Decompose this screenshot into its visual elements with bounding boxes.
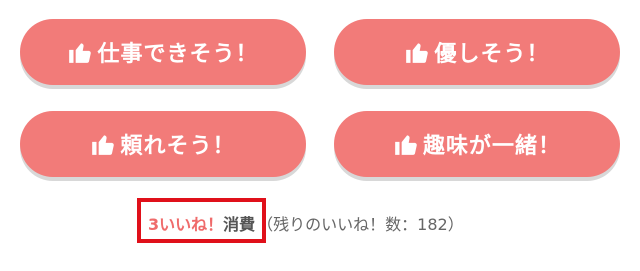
like-button-kind[interactable]: 優しそう！ xyxy=(334,19,620,85)
thumbs-up-icon xyxy=(393,131,419,157)
like-button-capable[interactable]: 仕事できそう！ xyxy=(20,19,306,85)
like-button-label: 趣味が一緒！ xyxy=(422,134,561,159)
thumbs-up-icon xyxy=(67,39,93,65)
remaining-likes-text: （残りのいいね！数：182） xyxy=(257,215,464,234)
like-button-label: 優しそう！ xyxy=(434,42,550,67)
like-button-label: 仕事できそう！ xyxy=(97,42,259,67)
thumbs-up-icon xyxy=(90,131,116,157)
like-button-reliable[interactable]: 頼れそう！ xyxy=(20,111,306,177)
thumbs-up-icon xyxy=(404,39,430,65)
like-consumption-info: 3いいね！ 消費 （残りのいいね！数：182） xyxy=(138,203,464,243)
like-button-same-hobby[interactable]: 趣味が一緒！ xyxy=(334,111,620,177)
consumed-likes-count: 3いいね！ xyxy=(148,215,224,234)
like-button-label: 頼れそう！ xyxy=(120,134,236,159)
consume-label: 消費 xyxy=(223,215,256,234)
